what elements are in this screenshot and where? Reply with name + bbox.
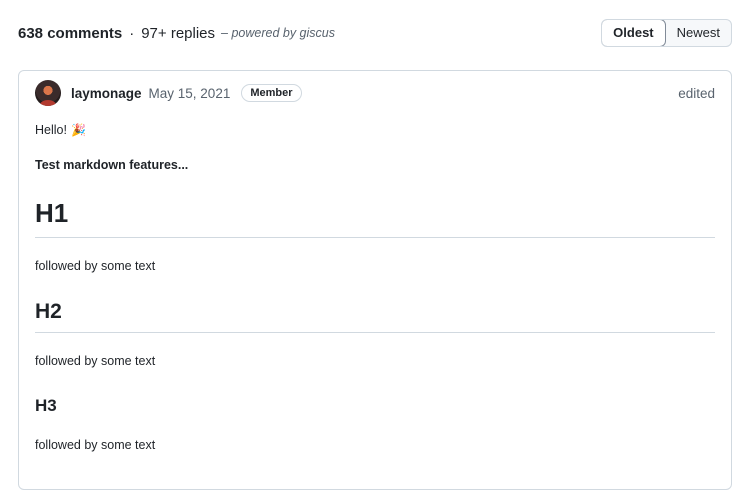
greeting-paragraph: Hello! 🎉 (35, 123, 86, 137)
edited-indicator[interactable]: edited (678, 86, 715, 101)
avatar[interactable] (35, 80, 61, 106)
separator-dot: · (129, 24, 135, 42)
intro-paragraph: Test markdown features... (35, 158, 189, 172)
sort-toggle: Oldest Newest (601, 19, 732, 47)
heading-1-text: followed by some text (35, 259, 156, 273)
heading-3: H3 (35, 396, 57, 415)
heading-2: H2 (35, 300, 715, 333)
party-popper-icon: 🎉 (70, 123, 86, 137)
heading-1: H1 (35, 198, 715, 238)
sort-oldest-button[interactable]: Oldest (602, 20, 666, 46)
sort-newest-button[interactable]: Newest (666, 20, 731, 46)
member-badge: Member (241, 84, 302, 102)
comment-count: 638 comments (18, 24, 123, 42)
comment-date[interactable]: May 15, 2021 (149, 86, 231, 101)
reply-count: 97+ replies (141, 24, 216, 42)
heading-2-text: followed by some text (35, 354, 156, 368)
comment-author[interactable]: laymonage (71, 86, 142, 101)
heading-3-text: followed by some text (35, 438, 156, 452)
comment-card: laymonage May 15, 2021 Member edited Hel… (18, 70, 732, 490)
greeting-text: Hello! (35, 123, 67, 137)
comments-header: 638 comments · 97+ replies – powered by … (18, 18, 732, 48)
comment-header: laymonage May 15, 2021 Member edited (35, 79, 715, 107)
powered-by-label: – powered by giscus (221, 26, 335, 40)
